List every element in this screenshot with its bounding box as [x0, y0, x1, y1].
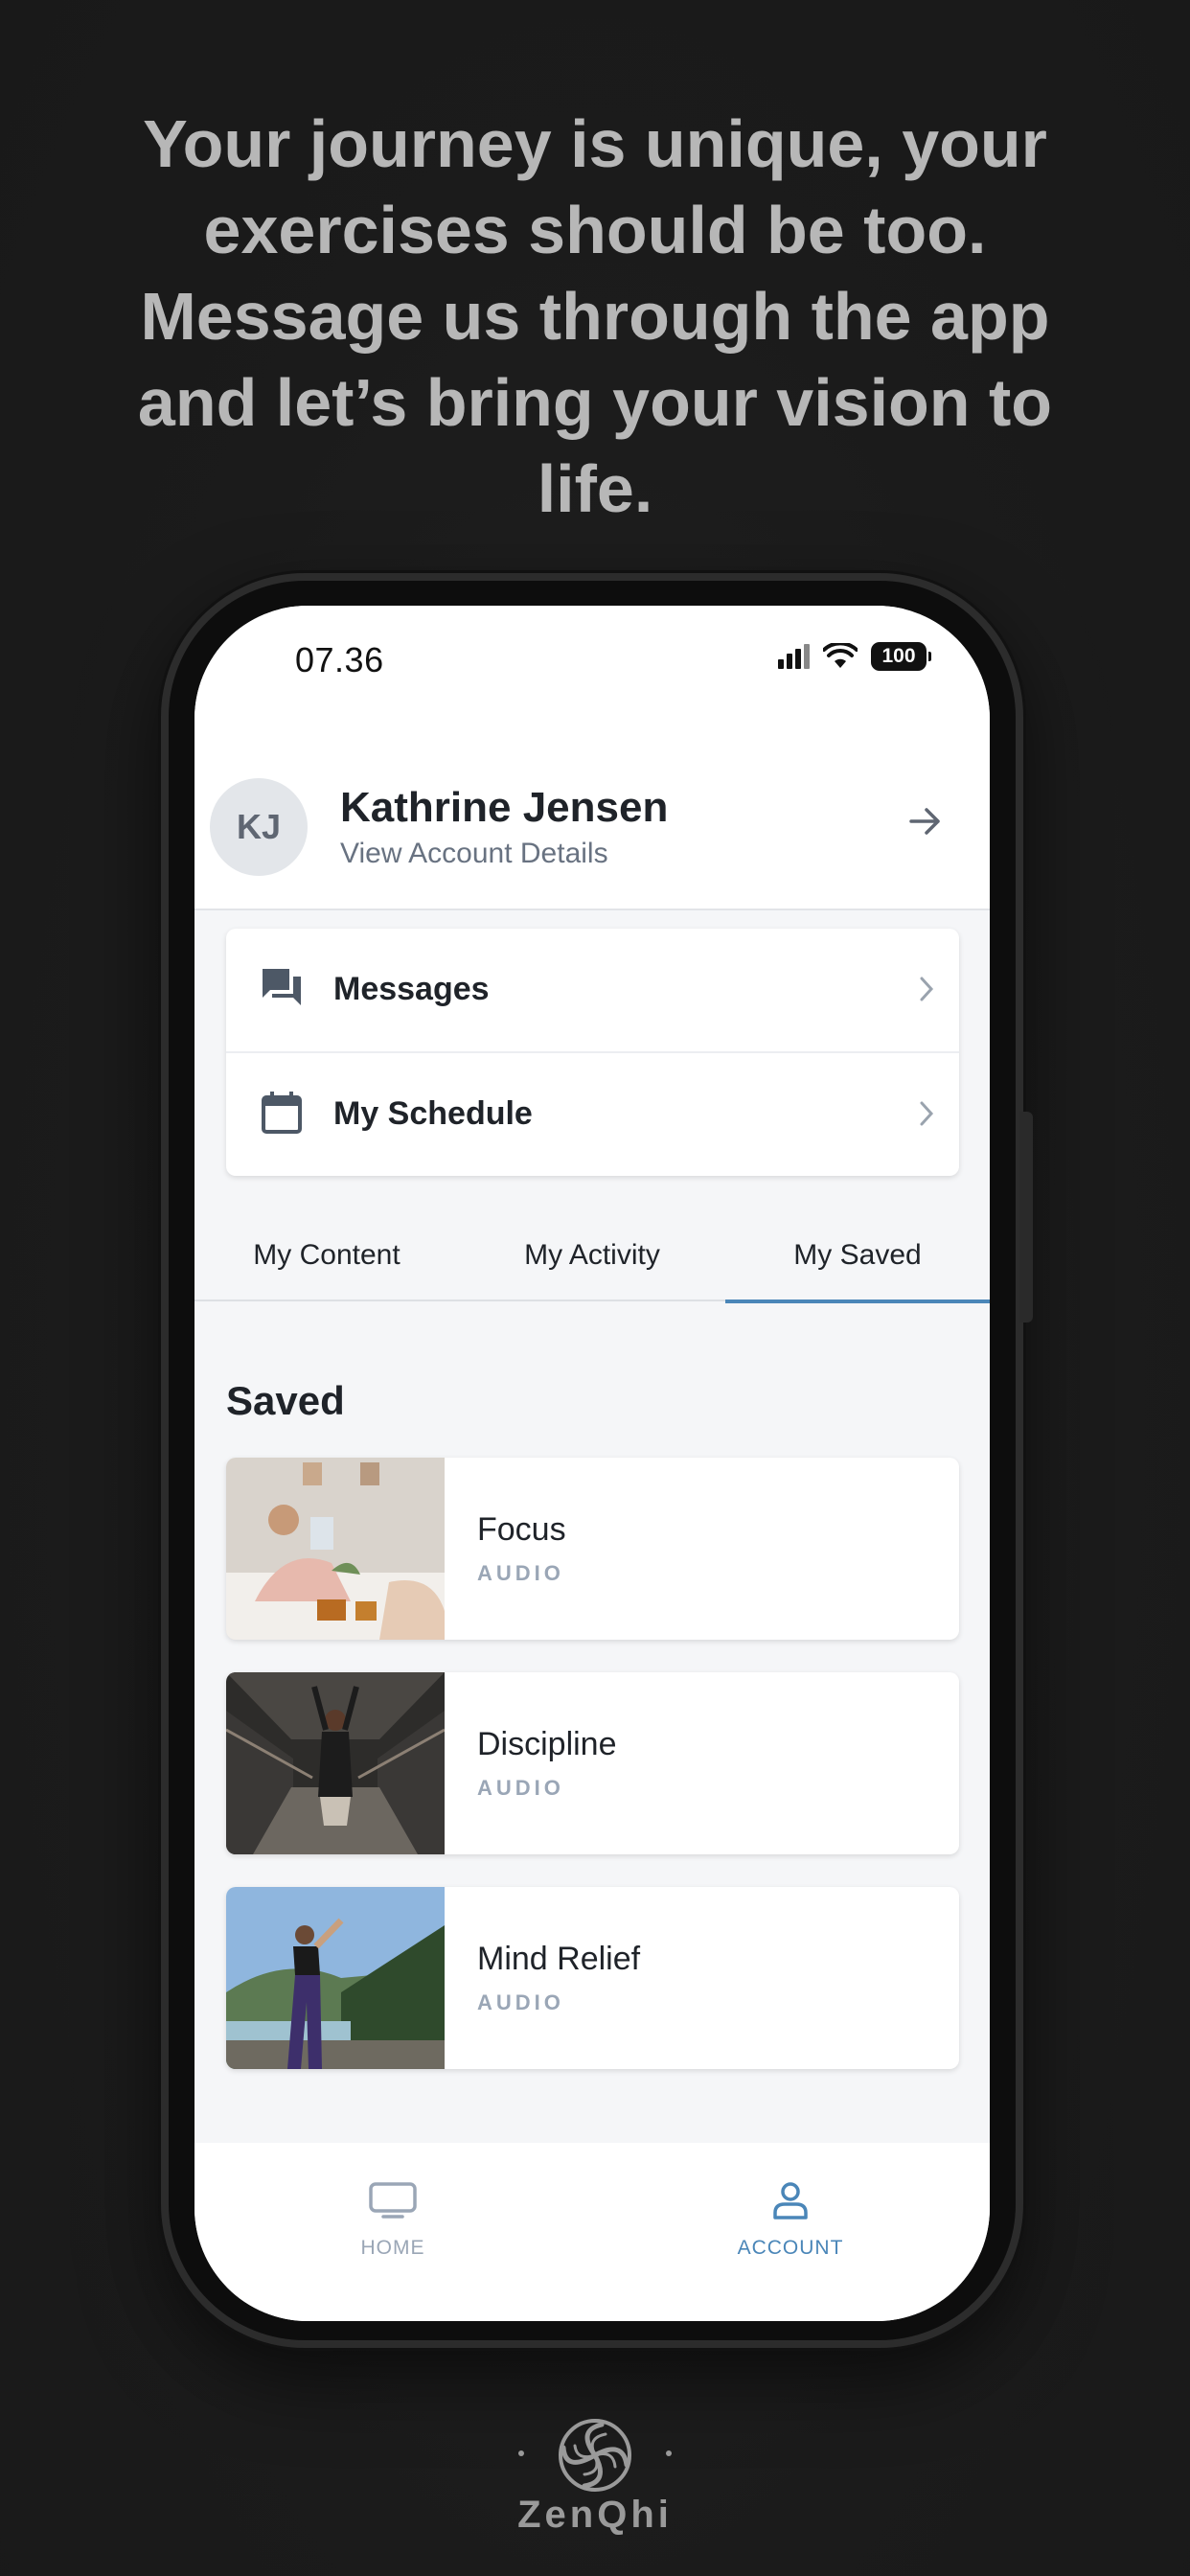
discipline-thumbnail-image [226, 1672, 445, 1854]
saved-item-type: AUDIO [477, 1776, 564, 1800]
avatar: KJ [210, 778, 308, 876]
bottom-nav: HOME ACCOUNT [195, 2143, 990, 2321]
saved-item-name: Mind Relief [477, 1941, 641, 1977]
saved-section-title: Saved [226, 1378, 345, 1423]
nav-label-home: HOME [360, 2237, 425, 2259]
profile-name: Kathrine Jensen [340, 784, 669, 831]
saved-item-mind-relief[interactable]: Mind Relief AUDIO [226, 1887, 959, 2069]
battery-icon: 100 [871, 642, 931, 671]
brand-name: ZenQhi [517, 2494, 673, 2536]
nav-item-account[interactable]: ACCOUNT [695, 2181, 886, 2260]
nav-label-account: ACCOUNT [737, 2237, 844, 2259]
mind-relief-thumbnail-image [226, 1887, 445, 2069]
saved-item-name: Focus [477, 1511, 566, 1548]
saved-item-focus[interactable]: Focus AUDIO [226, 1458, 959, 1640]
zenqhi-logo-icon [518, 2419, 672, 2492]
phone-screen: 07.36 100 KJ Kathrine Jensen View Accoun… [195, 606, 990, 2321]
tab-my-activity[interactable]: My Activity [460, 1219, 724, 1301]
wifi-icon [823, 643, 858, 668]
user-icon [773, 2182, 808, 2220]
focus-thumbnail-image [226, 1458, 445, 1640]
calendar-icon [262, 1092, 302, 1134]
chat-icon [263, 969, 301, 1005]
menu-label-my-schedule: My Schedule [333, 1095, 533, 1132]
promo-headline: Your journey is unique, your exercises s… [137, 106, 1053, 526]
menu-label-messages: Messages [333, 971, 490, 1007]
chevron-right-icon [920, 1101, 934, 1126]
view-account-details-link[interactable]: View Account Details [340, 838, 608, 870]
chevron-right-icon [920, 977, 934, 1001]
tab-my-saved[interactable]: My Saved [725, 1219, 990, 1303]
saved-item-name: Discipline [477, 1726, 617, 1762]
signal-icon [778, 644, 810, 669]
tv-icon [369, 2182, 417, 2219]
status-icons: 100 [778, 642, 931, 671]
saved-item-type: AUDIO [477, 1990, 564, 2014]
status-time: 07.36 [295, 640, 384, 679]
nav-item-home[interactable]: HOME [297, 2181, 489, 2260]
content-tabs: My Content My Activity My Saved [195, 1219, 990, 1303]
menu-item-messages[interactable]: Messages [226, 929, 959, 1051]
phone-side-button [1019, 1112, 1033, 1322]
tab-my-content[interactable]: My Content [195, 1219, 459, 1301]
status-bar: 07.36 100 [195, 606, 990, 730]
menu-item-my-schedule[interactable]: My Schedule [226, 1051, 959, 1174]
menu-card: Messages My Schedule [226, 929, 959, 1176]
profile-header[interactable]: KJ Kathrine Jensen View Account Details [195, 730, 990, 910]
arrow-right-icon[interactable] [904, 799, 948, 843]
saved-item-discipline[interactable]: Discipline AUDIO [226, 1672, 959, 1854]
saved-item-type: AUDIO [477, 1561, 564, 1585]
